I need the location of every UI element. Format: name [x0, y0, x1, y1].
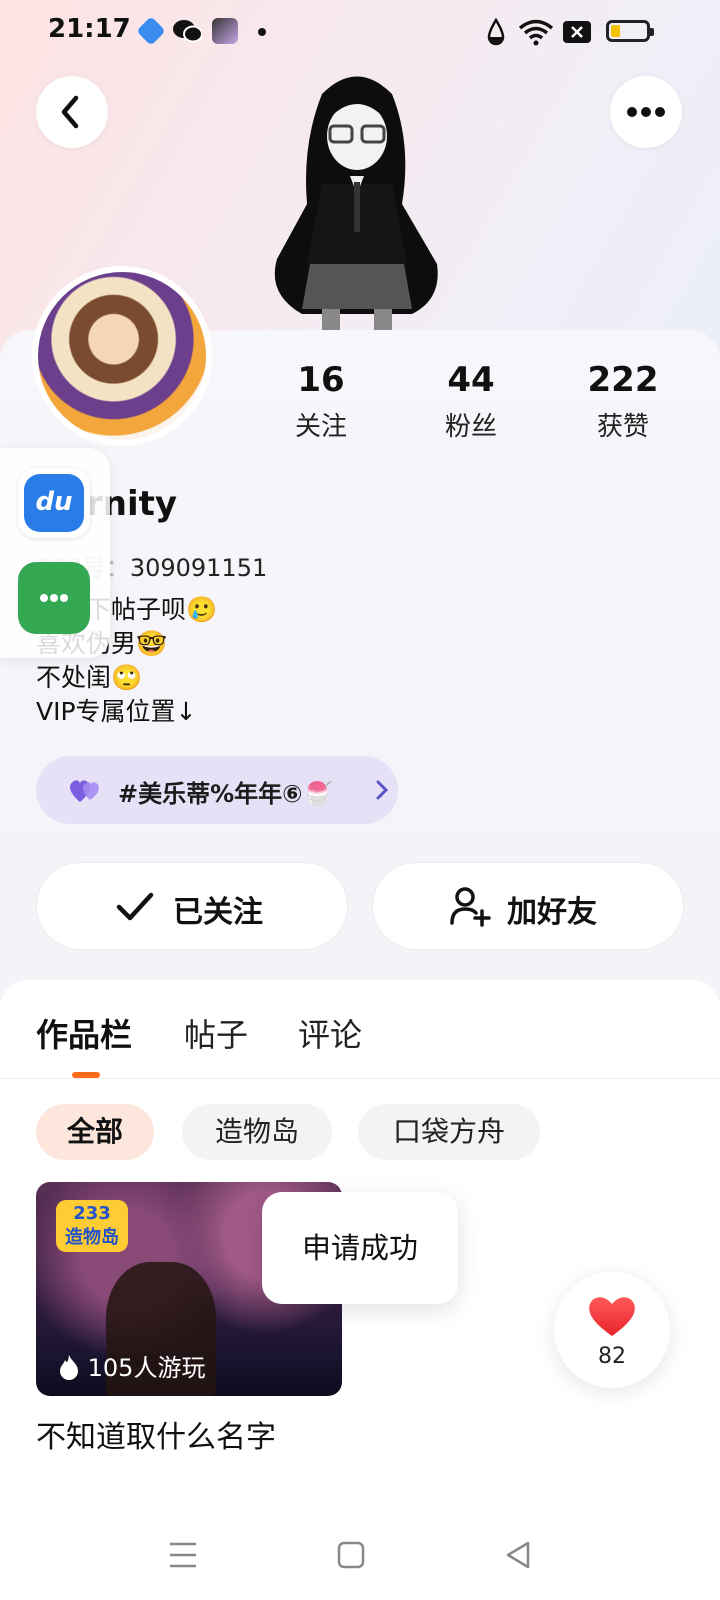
- stat-following[interactable]: 16 关注: [266, 360, 376, 443]
- more-notifications-dot: [258, 28, 266, 36]
- tab-works[interactable]: 作品栏: [36, 1010, 132, 1056]
- wechat-icon: [173, 20, 202, 43]
- status-bar: 21:17: [0, 0, 720, 64]
- play-count: 105人游玩: [58, 1348, 205, 1383]
- data-saver-icon: [487, 18, 505, 46]
- checkmark-icon: [116, 892, 154, 921]
- game-app-icon: [212, 18, 238, 44]
- following-count: 16: [297, 360, 345, 400]
- du-logo-icon: du: [24, 474, 84, 532]
- followed-label: 已关注: [173, 895, 263, 930]
- chevron-right-icon: [376, 780, 389, 800]
- user-id-value: 309091151: [129, 554, 268, 582]
- tag-pill[interactable]: #美乐蒂%年年⑥🍧: [36, 756, 398, 824]
- back-triangle-icon[interactable]: [504, 1540, 534, 1570]
- double-heart-icon: [70, 780, 99, 802]
- wifi-icon: [518, 19, 554, 46]
- stat-likes[interactable]: 222 获赞: [568, 360, 678, 443]
- home-square-icon[interactable]: [336, 1540, 366, 1570]
- tab-divider: [0, 1078, 720, 1079]
- following-label: 关注: [294, 412, 347, 442]
- chip-creation-island[interactable]: 造物岛: [182, 1104, 332, 1160]
- tab-comments[interactable]: 评论: [298, 1010, 362, 1056]
- back-button[interactable]: [36, 76, 108, 148]
- sim-icon: [563, 21, 591, 43]
- add-friend-button[interactable]: 加好友: [372, 862, 684, 950]
- likes-label: 获赞: [596, 412, 649, 442]
- du-app-button[interactable]: du: [18, 468, 90, 538]
- add-friend-label: 加好友: [507, 895, 597, 930]
- avatar-character-3d: [274, 76, 438, 334]
- more-dots-icon: [627, 107, 665, 117]
- bio-line-3: 不处闺🙄: [36, 663, 143, 692]
- followed-button[interactable]: 已关注: [36, 862, 348, 950]
- chat-bubble-button[interactable]: [18, 562, 90, 634]
- flame-icon: [60, 1355, 78, 1380]
- stat-followers[interactable]: 44 粉丝: [416, 360, 526, 443]
- likes-count: 222: [587, 360, 659, 400]
- followers-label: 粉丝: [444, 412, 497, 442]
- toast-message: 申请成功: [262, 1192, 458, 1304]
- battery-icon: [606, 20, 654, 42]
- menu-icon[interactable]: [168, 1540, 198, 1570]
- like-count: 82: [598, 1344, 626, 1369]
- chip-pocket-ark[interactable]: 口袋方舟: [358, 1104, 540, 1160]
- tab-posts[interactable]: 帖子: [184, 1010, 248, 1056]
- system-nav-bar: [0, 1520, 720, 1600]
- chevron-left-icon: [61, 95, 79, 129]
- tag-text: #美乐蒂%年年⑥🍧: [118, 780, 333, 808]
- followers-count: 44: [447, 360, 495, 400]
- add-user-icon: [450, 887, 491, 927]
- game-title: 不知道取什么名字: [36, 1420, 276, 1455]
- heart-icon: [589, 1297, 635, 1336]
- like-button[interactable]: 82: [554, 1272, 670, 1388]
- more-options-button[interactable]: [610, 76, 682, 148]
- avatar[interactable]: [32, 266, 212, 446]
- status-time: 21:17: [48, 14, 131, 44]
- chat-dots-icon: [40, 594, 68, 602]
- chip-all[interactable]: 全部: [36, 1104, 154, 1160]
- bio-line-4: VIP专属位置↓: [36, 697, 197, 726]
- app-notification-icon: [136, 16, 166, 46]
- game-logo: 233 造物岛: [56, 1200, 128, 1252]
